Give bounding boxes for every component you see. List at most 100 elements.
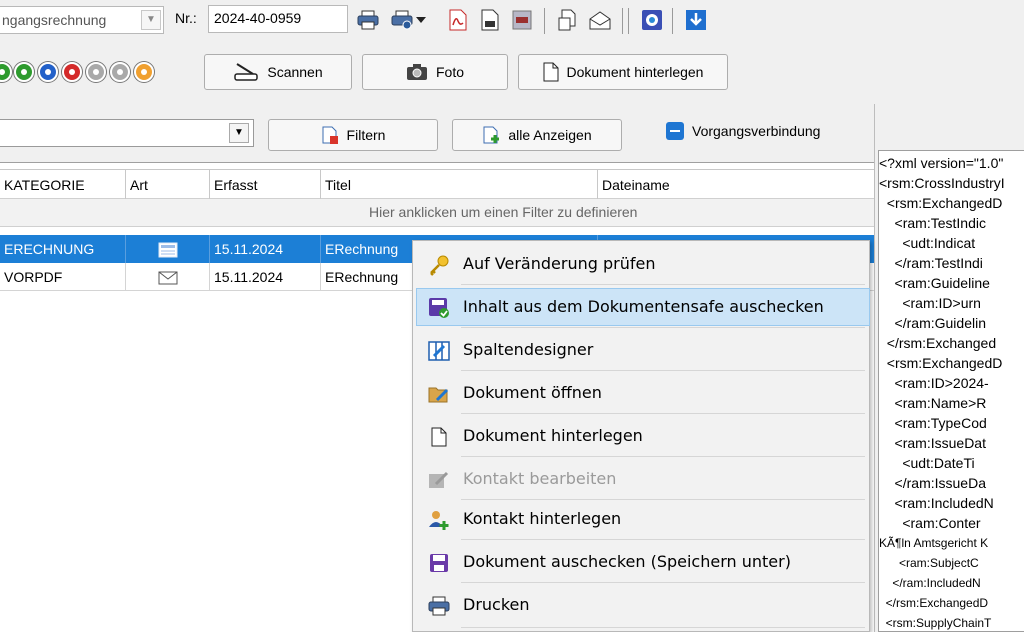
menu-item-print[interactable]: Drucken	[413, 584, 869, 626]
envelope-icon	[125, 263, 209, 291]
number-label: Nr.:	[175, 10, 197, 26]
status-check-icon[interactable]	[86, 62, 106, 82]
copy-document-icon[interactable]	[556, 8, 580, 32]
save-icon	[427, 551, 451, 575]
xml-line: <rsm:SupplyChainT	[879, 616, 992, 630]
status-cancel-icon[interactable]	[110, 62, 130, 82]
xml-line: <udt:DateTi	[879, 455, 975, 471]
filter-toolbar: ▼ Filtern alle Anzeigen Vorgangsverbindu…	[0, 104, 874, 162]
chevron-down-icon[interactable]: ▼	[229, 123, 249, 143]
camera-icon	[406, 64, 427, 80]
status-stop-icon[interactable]	[62, 62, 82, 82]
scan-button[interactable]: Scannen	[204, 54, 352, 90]
column-header-erfasst[interactable]: Erfasst	[209, 170, 320, 200]
menu-item-open-document[interactable]: Dokument öffnen	[413, 372, 869, 414]
photo-button[interactable]: Foto	[362, 54, 508, 90]
document-type-value: ngangsrechnung	[2, 12, 107, 28]
download-icon[interactable]	[684, 8, 708, 32]
pdf-icon[interactable]	[446, 8, 470, 32]
invoice-icon	[125, 235, 209, 263]
grid-header: KATEGORIE Art Erfasst Titel Dateiname	[0, 169, 874, 200]
menu-item-checkout-save-as[interactable]: Dokument auschecken (Speichern unter)	[413, 541, 869, 583]
cell-erfasst: 15.11.2024	[209, 263, 320, 291]
printer-icon	[427, 594, 451, 618]
filter-select[interactable]: ▼	[0, 119, 254, 147]
column-header-dateiname[interactable]: Dateiname	[597, 170, 874, 200]
key-icon	[427, 253, 451, 277]
document-number-input[interactable]: 2024-40-0959	[208, 5, 348, 33]
xml-line: <udt:Indicat	[879, 235, 976, 251]
menu-item-label: Inhalt aus dem Dokumentensafe auschecken	[463, 297, 824, 316]
deposit-document-button[interactable]: Dokument hinterlegen	[518, 54, 728, 90]
globe-icon[interactable]	[640, 8, 664, 32]
menu-item-add-contact[interactable]: Kontakt hinterlegen	[413, 498, 869, 540]
column-header-titel[interactable]: Titel	[320, 170, 597, 200]
xml-line: <ram:IssueDat	[879, 435, 986, 451]
xml-preview[interactable]: <?xml version="1.0" <rsm:CrossIndustryI …	[878, 150, 1024, 632]
cell-erfasst: 15.11.2024	[209, 235, 320, 263]
menu-item-deposit-document[interactable]: Dokument hinterlegen	[413, 415, 869, 457]
top-toolbar: ngangsrechnung ▼ Nr.: 2024-40-0959	[0, 0, 1024, 42]
column-designer-icon	[427, 339, 451, 363]
xml-preview-pane: <?xml version="1.0" <rsm:CrossIndustryI …	[874, 104, 1024, 632]
column-header-kategorie[interactable]: KATEGORIE	[0, 170, 125, 200]
xml-line: <ram:Name>R	[879, 395, 987, 411]
xml-line: <rsm:ExchangedD	[879, 195, 1003, 211]
deposit-document-label: Dokument hinterlegen	[566, 64, 704, 80]
xml-line: </ram:IncludedN	[879, 576, 981, 590]
document-icon	[427, 425, 451, 449]
show-all-icon	[483, 126, 500, 144]
cell-kategorie: ERECHNUNG	[4, 241, 95, 257]
open-folder-icon	[427, 382, 451, 406]
xml-line: KÃ¶ln Amtsgericht K	[879, 536, 989, 550]
document-number-value: 2024-40-0959	[214, 10, 302, 26]
toggle-checkbox[interactable]	[666, 122, 684, 140]
printer-icon[interactable]	[356, 8, 380, 32]
xml-line: <ram:ID>urn	[879, 295, 981, 311]
xml-line: <?xml version="1.0"	[879, 155, 1004, 171]
menu-separator	[461, 413, 865, 414]
status-info-icon[interactable]	[38, 62, 58, 82]
chevron-down-icon[interactable]: ▼	[141, 10, 161, 30]
menu-separator	[461, 327, 865, 328]
xml-line: </ram:IssueDa	[879, 475, 986, 491]
menu-item-label: Kontakt bearbeiten	[463, 469, 617, 488]
menu-item-label: Drucken	[463, 595, 530, 614]
status-play-icon[interactable]	[14, 62, 34, 82]
context-menu: Auf Veränderung prüfen Inhalt aus dem Do…	[412, 240, 870, 632]
cell-kategorie: VORPDF	[4, 269, 63, 285]
filter-hint: Hier anklicken um einen Filter zu defini…	[369, 204, 638, 220]
xml-line: <rsm:ExchangedD	[879, 355, 1003, 371]
elo-icon[interactable]	[510, 8, 534, 32]
status-pending-icon[interactable]	[134, 62, 154, 82]
show-all-button[interactable]: alle Anzeigen	[452, 119, 622, 151]
grid-filter-row[interactable]: Hier anklicken um einen Filter zu defini…	[0, 199, 874, 227]
toolbar-separator	[672, 8, 673, 34]
filter-button-label: Filtern	[346, 127, 386, 143]
filter-icon	[322, 126, 338, 144]
scan-document-icon[interactable]	[478, 8, 502, 32]
menu-item-check-changes[interactable]: Auf Veränderung prüfen	[413, 243, 869, 285]
menu-item-column-designer[interactable]: Spaltendesigner	[413, 329, 869, 371]
document-icon	[543, 62, 558, 82]
toolbar-separator	[622, 8, 623, 34]
menu-separator	[461, 456, 865, 457]
xml-line: <ram:SubjectC	[879, 556, 979, 570]
column-header-art[interactable]: Art	[125, 170, 209, 200]
menu-item-label: Dokument hinterlegen	[463, 426, 643, 445]
status-green-icon[interactable]	[0, 62, 12, 82]
menu-separator	[461, 539, 865, 540]
document-type-select[interactable]: ngangsrechnung ▼	[0, 6, 164, 34]
status-toolbar: Scannen Foto Dokument hinterlegen	[0, 42, 1024, 104]
dropdown-arrow-icon[interactable]	[414, 8, 428, 32]
email-icon[interactable]	[588, 8, 612, 32]
xml-line: <ram:TestIndic	[879, 215, 986, 231]
menu-item-label: Dokument auschecken (Speichern unter)	[463, 552, 791, 571]
scanner-icon	[234, 63, 259, 81]
printer-settings-icon[interactable]	[390, 8, 414, 32]
menu-item-checkout-safe[interactable]: Inhalt aus dem Dokumentensafe auschecken	[413, 286, 870, 328]
xml-line: </ram:TestIndi	[879, 255, 983, 271]
menu-item-label: Auf Veränderung prüfen	[463, 254, 656, 273]
filter-button[interactable]: Filtern	[268, 119, 438, 151]
vorgangsverbindung-toggle[interactable]: Vorgangsverbindung	[666, 122, 820, 140]
